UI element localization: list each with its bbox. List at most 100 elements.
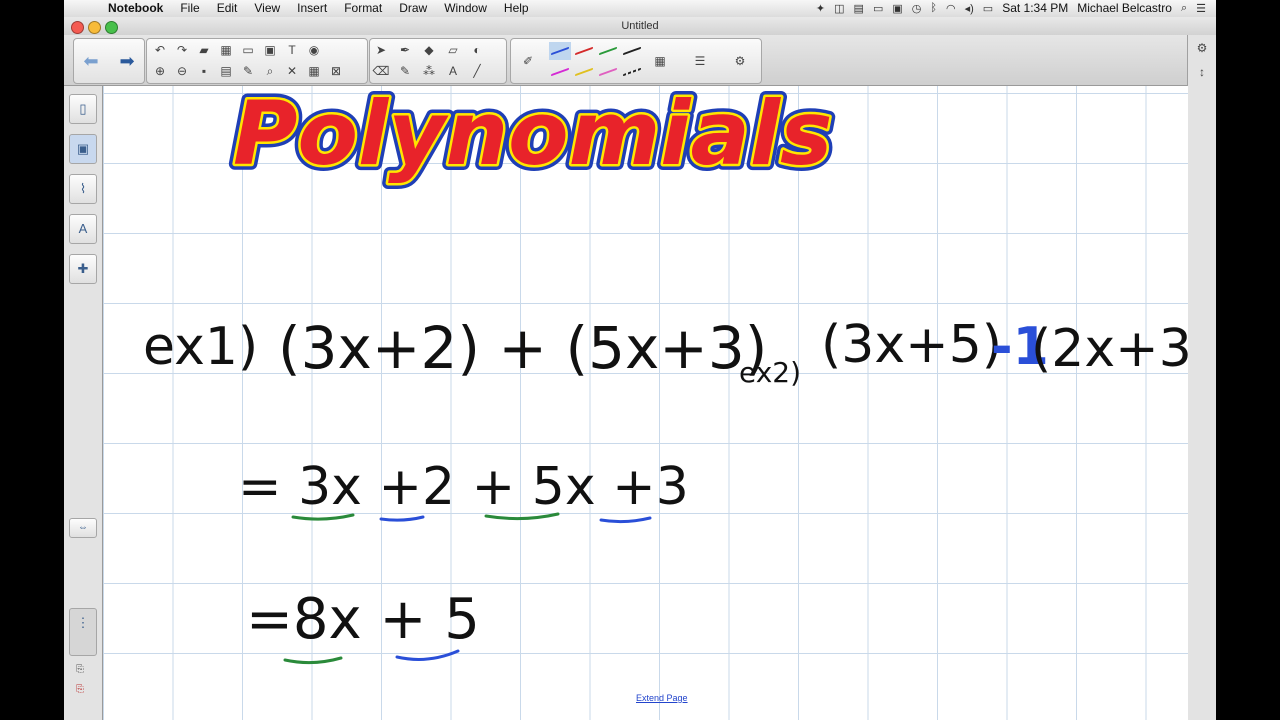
menu-edit[interactable]: Edit (217, 1, 238, 15)
menu-file[interactable]: File (180, 1, 199, 15)
pen-style-green[interactable] (597, 42, 619, 60)
sidebar-grip-icon[interactable]: ⋮ (69, 608, 97, 656)
addons-tab[interactable]: ✚ (69, 254, 97, 284)
undo-icon[interactable]: ↶ (151, 41, 169, 59)
step2-text: =8x + 5 (246, 587, 480, 652)
wifi-icon[interactable]: ◠ (946, 2, 956, 15)
pen-style-yellow[interactable] (573, 63, 595, 81)
close-box-icon[interactable]: ⊠ (327, 62, 345, 80)
pen-tool-icon[interactable]: ✐ (519, 52, 537, 70)
pen-style-dashed[interactable] (621, 63, 643, 81)
bluetooth-icon[interactable]: ᛒ (930, 2, 937, 14)
pen-style-magenta[interactable] (549, 63, 571, 81)
line-style-icon[interactable]: ☰ (691, 52, 709, 70)
select-arrow-icon[interactable]: ➤ (372, 41, 390, 59)
close-window-button[interactable] (71, 21, 84, 34)
underline-blue-2 (379, 515, 425, 522)
step1-text: = 3x +2 + 5x +3 (238, 457, 689, 517)
color-palette-icon[interactable]: ▦ (651, 52, 669, 70)
delete-page-small-icon[interactable]: ⎘ (76, 684, 84, 695)
menu-insert[interactable]: Insert (297, 1, 327, 15)
gallery-tab[interactable]: ▣ (69, 134, 97, 164)
screen-shade-icon[interactable]: ▭ (239, 41, 257, 59)
menubar-clock[interactable]: Sat 1:34 PM (1002, 1, 1068, 15)
back-arrow-icon[interactable]: ⬅ (82, 52, 100, 70)
drawing-tools-group: ➤ ✒ ◆ ▱ ◐ ⌫ ✎ ⁂ A ╱ (369, 38, 507, 84)
page-sorter-tab[interactable]: ▯ (69, 94, 97, 124)
time-machine-icon[interactable]: ◷ (912, 2, 922, 15)
window-title: Untitled (621, 20, 659, 32)
dropbox-icon[interactable]: ✦ (816, 2, 825, 15)
underline-blue-5 (395, 649, 460, 661)
underline-green-8x (283, 656, 343, 665)
ex2-label: ex2) (739, 356, 801, 389)
clipboard-icon[interactable]: ▣ (892, 2, 902, 15)
pen-styles-group: ✐ ▦ ☰ ⚙ (510, 38, 762, 84)
clear-page-icon[interactable]: ✎ (239, 62, 257, 80)
menu-format[interactable]: Format (344, 1, 382, 15)
menu-help[interactable]: Help (504, 1, 529, 15)
pen-style-pink[interactable] (597, 63, 619, 81)
pen-style-black[interactable] (621, 42, 643, 60)
delete-page-icon[interactable]: ⊖ (173, 62, 191, 80)
ex1-expression: (3x+2) + (5x+3) (278, 314, 767, 382)
autohide-icon[interactable]: ⇔ (69, 518, 97, 538)
minimize-window-button[interactable] (88, 21, 101, 34)
save-icon[interactable]: ▪ (195, 62, 213, 80)
menu-window[interactable]: Window (444, 1, 487, 15)
forward-arrow-icon[interactable]: ➡ (118, 52, 136, 70)
eraser-icon[interactable]: ▱ (444, 41, 462, 59)
creative-pen-icon[interactable]: ✎ (396, 62, 414, 80)
resize-toolbar-icon[interactable]: ↕ (1193, 63, 1211, 81)
pen-style-blue[interactable] (549, 42, 571, 60)
open-folder-icon[interactable]: ▰ (195, 41, 213, 59)
notebook-app: Notebook File Edit View Insert Format Dr… (64, 0, 1216, 720)
spotlight-icon[interactable]: ⌕ (1181, 2, 1187, 15)
menu-bar: Notebook File Edit View Insert Format Dr… (64, 0, 1216, 18)
pen-icon[interactable]: ✒ (396, 41, 414, 59)
paste-icon[interactable]: ▤ (217, 62, 235, 80)
text-tool-icon[interactable]: A (444, 62, 462, 80)
document-icon[interactable]: ▤ (854, 2, 864, 15)
battery-icon[interactable]: ▭ (983, 2, 993, 15)
volume-icon[interactable]: ◂) (965, 2, 974, 15)
side-tabs: ▯ ▣ ⌇ A ✚ ⇔ ⋮ ⎘ ⎘ (64, 86, 103, 720)
delete-icon[interactable]: ✕ (283, 62, 301, 80)
capture-icon[interactable]: ▣ (261, 41, 279, 59)
fill-icon[interactable]: ◐ (468, 41, 486, 59)
pen-style-red[interactable] (573, 42, 595, 60)
menu-view[interactable]: View (254, 1, 280, 15)
whiteboard-canvas[interactable]: Polynomials Polynomials ex1) (3x+2) + (5… (103, 86, 1188, 720)
document-camera-icon[interactable]: ◉ (305, 41, 323, 59)
menubar-user[interactable]: Michael Belcastro (1077, 1, 1172, 15)
properties-tab[interactable]: A (69, 214, 97, 244)
airplay-icon[interactable]: ▭ (873, 2, 883, 15)
line-tool-icon[interactable]: ╱ (468, 62, 486, 80)
status-icon[interactable]: ◫ (834, 2, 844, 15)
eraser-tool-icon[interactable]: ⌫ (372, 62, 390, 80)
zoom-icon[interactable]: ⌕ (261, 62, 279, 80)
menu-app[interactable]: Notebook (108, 1, 163, 15)
window-title-bar: Untitled (64, 17, 1216, 35)
properties-icon[interactable]: ⚙ (731, 52, 749, 70)
page-icon[interactable]: ⎘ (76, 664, 84, 675)
notification-icon[interactable]: ☰ (1196, 2, 1206, 15)
ink-layer: Polynomials Polynomials ex1) (3x+2) + (5… (143, 86, 1188, 665)
table-icon[interactable]: T (283, 41, 301, 59)
gear-icon[interactable]: ⚙ (1193, 39, 1211, 57)
magic-pen-icon[interactable]: ⁂ (420, 62, 438, 80)
underline-blue-3 (599, 516, 652, 524)
redo-icon[interactable]: ↷ (173, 41, 191, 59)
menu-draw[interactable]: Draw (399, 1, 427, 15)
main-toolbar: ⬅ ➡ ↶ ↷ ▰ ▦ ▭ ▣ T ◉ ⊕ ⊖ ▪ ▤ ✎ ⌕ ✕ ▦ ⊠ ➤ … (64, 35, 1216, 86)
zoom-window-button[interactable] (105, 21, 118, 34)
right-panel-strip: ⚙ ↕ (1187, 35, 1216, 720)
add-page-icon[interactable]: ⊕ (151, 62, 169, 80)
page-sorter-icon[interactable]: ▦ (217, 41, 235, 59)
grid-icon[interactable]: ▦ (305, 62, 323, 80)
step-2: =8x + 5 (246, 587, 480, 665)
shapes-icon[interactable]: ◆ (420, 41, 438, 59)
ex1-label: ex1) (143, 317, 258, 377)
extend-page-link[interactable]: Extend Page (636, 693, 688, 703)
attachments-tab[interactable]: ⌇ (69, 174, 97, 204)
